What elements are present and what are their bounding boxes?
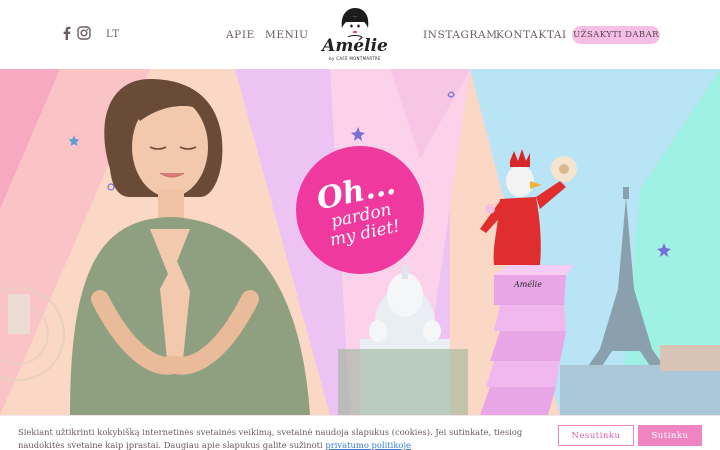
lollipop xyxy=(485,204,495,214)
hero-banner: Amélie Oh... pardon my diet! xyxy=(0,69,720,415)
nav-apie[interactable]: APIE xyxy=(226,29,255,41)
nav-meniu[interactable]: MENIU xyxy=(265,29,309,41)
logo-subtitle: by CAFÉ MONTMARTRE xyxy=(329,56,381,61)
decline-cookies-button[interactable]: Nesutinku xyxy=(558,425,634,446)
riverside-buildings xyxy=(660,345,720,371)
nav-instagram[interactable]: INSTAGRAM xyxy=(423,29,498,41)
language-switcher[interactable]: LT xyxy=(106,29,120,40)
accept-cookies-button[interactable]: Sutinku xyxy=(638,425,702,446)
site-header: LT APIE MENIU Amélie by CAFÉ MONTMARTRE … xyxy=(0,0,720,69)
slogan-badge: Oh... pardon my diet! xyxy=(296,146,424,274)
site-logo[interactable]: Amélie by CAFÉ MONTMARTRE xyxy=(318,6,392,64)
facebook-icon[interactable] xyxy=(62,26,71,40)
street-lamp xyxy=(8,294,30,334)
cookie-message: Siekiant užtikrinti kokybišką internetin… xyxy=(18,427,523,450)
order-now-button[interactable]: UŽSAKYTI DABAR xyxy=(572,26,660,44)
privacy-policy-link[interactable]: privatumo politikoje xyxy=(325,440,411,450)
social-links xyxy=(62,26,91,40)
amelie-face-icon xyxy=(341,8,369,38)
nav-kontaktai[interactable]: KONTAKTAI xyxy=(496,29,567,41)
box-label: Amélie xyxy=(513,280,542,289)
logo-wordmark: Amélie xyxy=(322,36,388,56)
seine-river xyxy=(560,365,720,415)
cookie-text-block: Siekiant užtikrinti kokybišką internetin… xyxy=(18,426,548,450)
instagram-icon[interactable] xyxy=(77,26,91,40)
